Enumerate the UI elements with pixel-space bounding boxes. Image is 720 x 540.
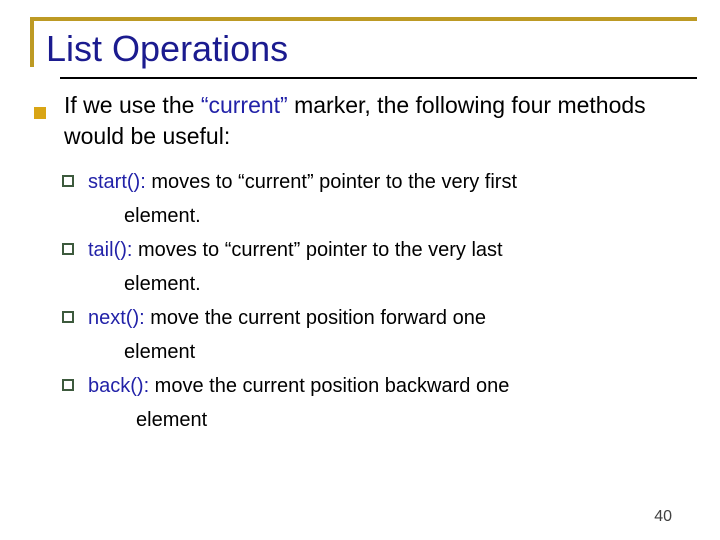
lead-text-before: If we use the [64,92,201,118]
method-description: moves to “current” pointer to the very f… [145,171,518,193]
method-continuation: element. [124,205,201,227]
slide-body: If we use the “current” marker, the foll… [0,90,720,437]
list-item: tail(): moves to “current” pointer to th… [0,233,720,301]
method-list: start(): moves to “current” pointer to t… [0,165,720,437]
method-continuation: element. [124,273,201,295]
method-name: next(): [88,307,145,329]
method-name: back(): [88,375,150,397]
hollow-square-bullet-icon [62,379,74,391]
slide-canvas: List Operations If we use the “current” … [0,0,720,540]
list-item: back(): move the current position backwa… [0,369,720,437]
method-continuation: element [136,409,208,431]
method-continuation: element [124,341,196,363]
lead-paragraph: If we use the “current” marker, the foll… [64,90,674,152]
list-item: start(): moves to “current” pointer to t… [0,165,720,233]
bullet-item-lead: If we use the “current” marker, the foll… [0,90,720,152]
method-description: moves to “current” pointer to the very l… [132,239,503,261]
title-top-rule [30,17,697,21]
title-bottom-rule [60,77,697,79]
filled-square-bullet-icon [34,107,46,119]
method-name: start(): [88,171,146,193]
hollow-square-bullet-icon [62,175,74,187]
lead-keyword: “current” [200,92,288,118]
page-number: 40 [654,508,672,525]
method-description: move the current position backward one [149,375,510,397]
title-left-rule [30,17,34,67]
method-description: move the current position forward one [144,307,486,329]
page-title: List Operations [46,28,289,69]
method-entry-back: back(): move the current position backwa… [88,369,658,437]
list-item: next(): move the current position forwar… [0,301,720,369]
method-entry-next: next(): move the current position forwar… [88,301,658,369]
method-entry-start: start(): moves to “current” pointer to t… [88,165,658,233]
method-name: tail(): [88,239,133,261]
method-entry-tail: tail(): moves to “current” pointer to th… [88,233,658,301]
hollow-square-bullet-icon [62,311,74,323]
hollow-square-bullet-icon [62,243,74,255]
